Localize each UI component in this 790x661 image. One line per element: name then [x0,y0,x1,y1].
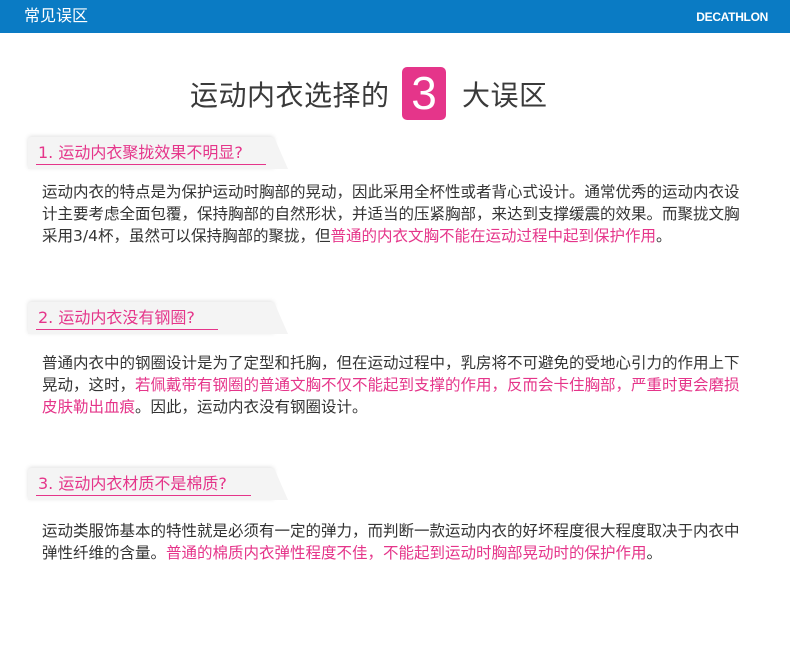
myth-tab-2: 2. 运动内衣没有钢圈? [28,302,288,334]
body-text-end: 。 [646,544,663,562]
myth-tab-1: 1. 运动内衣聚拢效果不明显? [28,137,288,169]
myth-section-1: 1. 运动内衣聚拢效果不明显? 运动内衣的特点是为保护运动时胸部的晃动，因此采用… [28,137,762,277]
myth-body-1: 运动内衣的特点是为保护运动时胸部的晃动，因此采用全杯性或者背心式设计。通常优秀的… [42,181,742,247]
heading-text-before: 运动内衣选择的 [190,79,390,112]
myth-body-3: 运动类服饰基本的特性就是必须有一定的弹力，而判断一款运动内衣的好坏程度很大程度取… [42,520,742,564]
myth-tab-3: 3. 运动内衣材质不是棉质? [28,468,288,500]
myth-section-3: 3. 运动内衣材质不是棉质? 运动类服饰基本的特性就是必须有一定的弹力，而判断一… [28,468,762,609]
title-underline [36,495,251,496]
body-text-end: 。因此，运动内衣没有钢圈设计。 [135,398,368,416]
heading-text-after: 大误区 [462,79,548,112]
title-underline [36,329,218,330]
body-highlight: 普通的棉质内衣弹性程度不佳，不能起到运动时胸部晃动时的保护作用 [166,544,647,562]
myth-title-2: 2. 运动内衣没有钢圈? [38,308,195,327]
page-heading: 运动内衣选择的 3 大误区 [0,67,790,123]
banner-title: 常见误区 [24,6,89,25]
myth-section-2: 2. 运动内衣没有钢圈? 普通内衣中的钢圈设计是为了定型和托胸，但在运动过程中，… [28,302,762,445]
body-highlight: 普通的内衣文胸不能在运动过程中起到保护作用 [330,227,656,245]
title-underline [36,164,266,165]
myth-title-3: 3. 运动内衣材质不是棉质? [38,474,227,493]
body-text-end: 。 [655,227,672,245]
brand-logo: DECATHLON [696,10,768,24]
myth-body-2: 普通内衣中的钢圈设计是为了定型和托胸，但在运动过程中，乳房将不可避免的受地心引力… [42,352,742,418]
top-banner: 常见误区 DECATHLON [0,0,790,33]
heading-number-badge: 3 [402,67,446,120]
myth-title-1: 1. 运动内衣聚拢效果不明显? [38,143,243,162]
